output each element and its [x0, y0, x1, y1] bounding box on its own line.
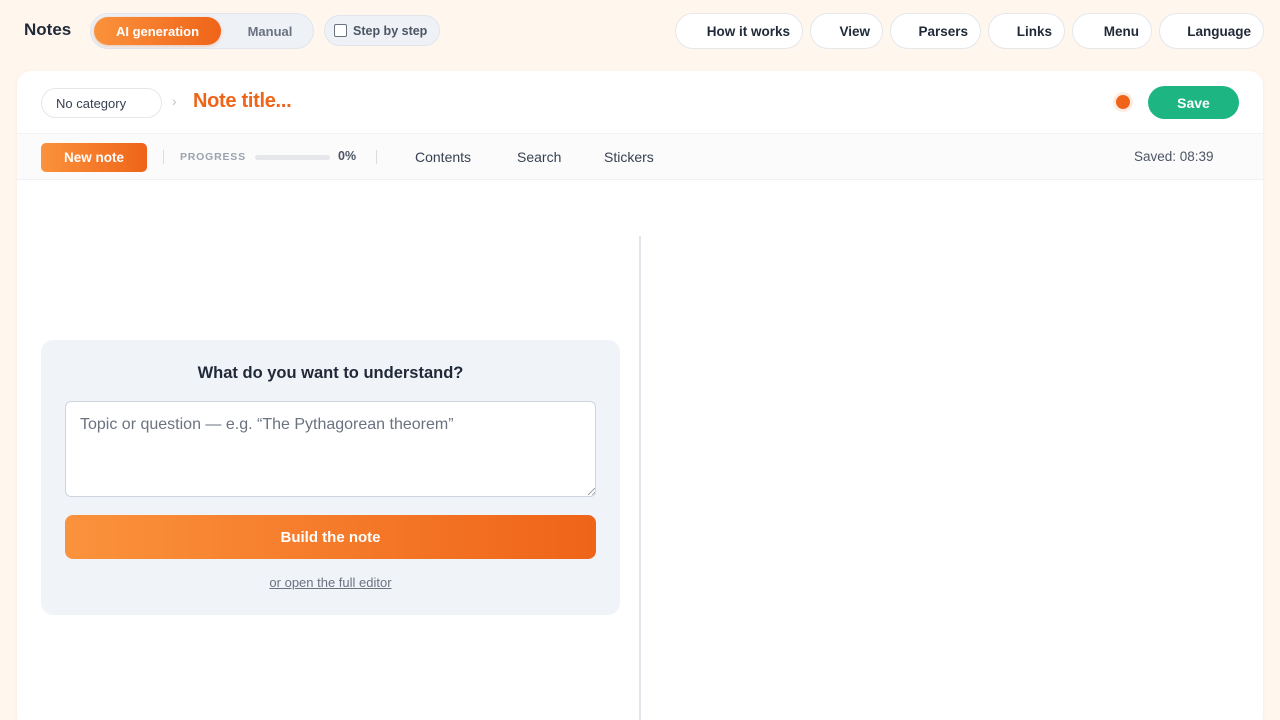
open-full-editor-link[interactable]: or open the full editor — [41, 575, 620, 590]
toolbar-divider — [376, 150, 377, 164]
toolbar-stickers-link[interactable]: Stickers — [604, 149, 654, 165]
new-note-button[interactable]: New note — [41, 143, 147, 172]
note-header: No category › Note title... Save — [17, 71, 1263, 133]
app-title: Notes — [24, 20, 72, 39]
pane-split-divider[interactable] — [639, 236, 641, 720]
topic-input[interactable] — [65, 401, 596, 497]
note-title[interactable]: Note title... — [193, 90, 292, 113]
category-select[interactable]: No category — [41, 88, 162, 118]
saved-timestamp: Saved: 08:39 — [1134, 149, 1214, 164]
prompt-heading: What do you want to understand? — [197, 364, 464, 382]
step-by-step-checkbox[interactable] — [334, 24, 347, 37]
progress-percent: 0% — [338, 149, 357, 163]
progress-bar — [255, 155, 330, 160]
nav-view-button[interactable]: View — [810, 13, 883, 49]
nav-parsers-button[interactable]: Parsers — [890, 13, 981, 49]
mode-ai-generation-button[interactable]: AI generation — [94, 17, 221, 45]
nav-menu-button[interactable]: Menu — [1072, 13, 1152, 49]
step-by-step-label: Step by step — [353, 23, 428, 38]
note-toolbar: New note PROGRESS 0% Contents Search Sti… — [17, 133, 1263, 180]
top-bar: Notes AI generation Manual Step by step … — [0, 0, 1280, 62]
nav-language-button[interactable]: Language — [1159, 13, 1264, 49]
chevron-right-icon: › — [172, 93, 177, 109]
unsaved-status-dot — [1116, 95, 1130, 109]
note-editor-card: No category › Note title... Save New not… — [17, 71, 1263, 720]
save-button[interactable]: Save — [1148, 86, 1239, 119]
toolbar-search-link[interactable]: Search — [517, 149, 561, 165]
nav-links-button[interactable]: Links — [988, 13, 1065, 49]
toolbar-divider — [163, 150, 164, 164]
mode-switch: AI generation Manual — [90, 13, 314, 49]
ai-prompt-panel: What do you want to understand? Build th… — [41, 340, 620, 615]
step-by-step-toggle[interactable]: Step by step — [324, 15, 440, 46]
progress-label: PROGRESS — [180, 151, 246, 163]
nav-how-it-works-button[interactable]: How it works — [675, 13, 803, 49]
build-note-button[interactable]: Build the note — [65, 515, 596, 559]
toolbar-contents-link[interactable]: Contents — [415, 149, 471, 165]
mode-manual-button[interactable]: Manual — [229, 17, 311, 45]
